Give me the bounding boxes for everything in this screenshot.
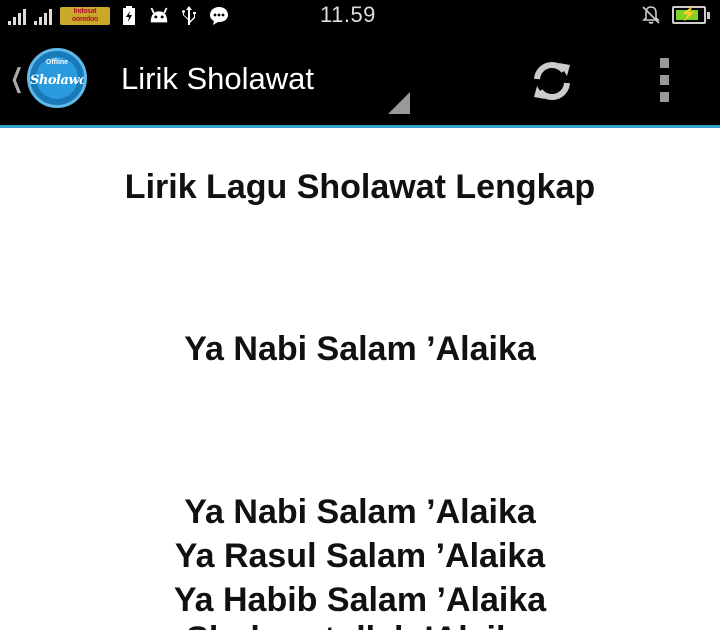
carrier-text-top: Indosat xyxy=(73,8,97,15)
page-heading: Lirik Lagu Sholawat Lengkap xyxy=(124,168,596,206)
usb-icon xyxy=(178,5,200,27)
battery-saver-icon xyxy=(118,5,140,27)
back-chevron-icon[interactable]: ❮ xyxy=(10,64,23,94)
logo-text-big: Sholawat xyxy=(30,73,87,88)
status-clock: 11.59 xyxy=(320,2,376,27)
battery-charging-icon: ⚡ xyxy=(672,5,710,24)
lyric-line: Ya Nabi Salam ’Alaika xyxy=(184,493,536,531)
chat-icon xyxy=(208,5,230,27)
status-right-icons: ⚡ xyxy=(640,4,710,26)
app-title[interactable]: Lirik Sholawat xyxy=(121,61,314,97)
spinner-indicator-icon[interactable] xyxy=(388,92,410,114)
lyric-line-partial: Sholawatullah ’Alaika xyxy=(0,622,720,630)
android-icon xyxy=(148,5,170,27)
carrier-text-bottom: ooredoo xyxy=(72,16,98,23)
logo-text-small: Offline xyxy=(45,59,69,66)
carrier-logo: Indosat ooredoo xyxy=(60,7,110,25)
signal-icon xyxy=(8,7,26,25)
overflow-menu-icon[interactable] xyxy=(657,58,671,102)
status-bar: Indosat ooredoo 11.59 ⚡ xyxy=(0,0,720,32)
action-bar-accent-line xyxy=(0,125,720,128)
bell-off-icon xyxy=(640,4,662,26)
app-logo[interactable]: Offline Sholawat xyxy=(27,48,87,108)
action-bar xyxy=(0,32,720,125)
refresh-icon[interactable] xyxy=(528,57,576,105)
signal-icon xyxy=(34,7,52,25)
status-left-icons: Indosat ooredoo xyxy=(8,3,230,29)
lyric-line: Ya Rasul Salam ’Alaika xyxy=(174,537,546,575)
song-title: Ya Nabi Salam ’Alaika xyxy=(184,330,536,368)
charging-bolt-icon: ⚡ xyxy=(680,5,698,21)
lyric-line: Ya Habib Salam ’Alaika xyxy=(173,581,547,619)
lyric-line-partial-text: Sholawatullah ’Alaika xyxy=(0,622,720,630)
